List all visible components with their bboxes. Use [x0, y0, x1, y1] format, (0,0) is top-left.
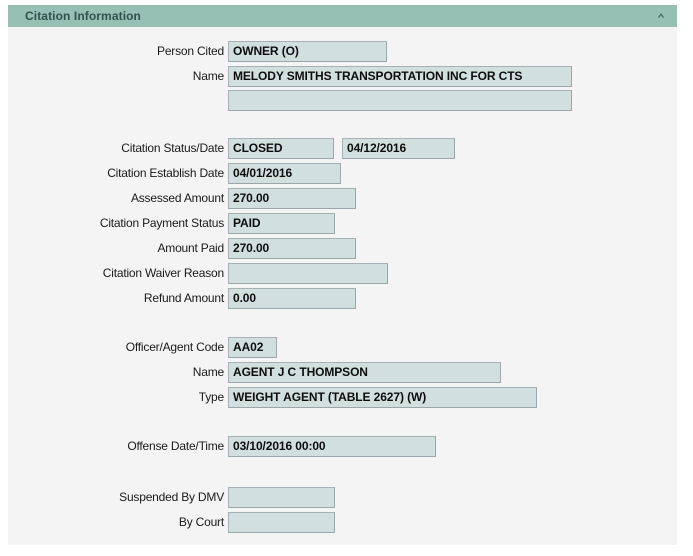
- field-value-amount_paid: 270.00: [233, 241, 270, 255]
- field-officer_agent_name[interactable]: AGENT J C THOMPSON: [228, 362, 501, 383]
- form-row: Amount Paid 270.00: [8, 238, 677, 259]
- field-suspended_by_dmv[interactable]: [228, 487, 335, 508]
- field-label-offense_date_time: Offense Date/Time: [127, 439, 224, 453]
- form-row: Suspended By DMV: [8, 487, 677, 508]
- page-title: Citation Information: [25, 9, 141, 23]
- field-label-amount_paid: Amount Paid: [157, 241, 224, 255]
- form-row: Citation Waiver Reason: [8, 263, 677, 284]
- field-label-refund_amount: Refund Amount: [143, 291, 224, 305]
- field-assessed_amount[interactable]: 270.00: [228, 188, 356, 209]
- field-label-assessed_amount: Assessed Amount: [130, 191, 224, 205]
- field-value-assessed_amount: 270.00: [233, 191, 270, 205]
- field-label-citation_waiver_reason: Citation Waiver Reason: [102, 266, 224, 280]
- form-row: 04/12/2016: [8, 138, 677, 159]
- field-value-cited_name: MELODY SMITHS TRANSPORTATION INC FOR CTS: [233, 69, 523, 83]
- form-row: Assessed Amount 270.00: [8, 188, 677, 209]
- field-officer_agent_type[interactable]: WEIGHT AGENT (TABLE 2627) (W): [228, 387, 537, 408]
- form-row: Name MELODY SMITHS TRANSPORTATION INC FOR…: [8, 66, 677, 87]
- field-officer_agent_code[interactable]: AA02: [228, 337, 277, 358]
- field-cited_name_2[interactable]: [228, 90, 572, 111]
- form-row: Offense Date/Time 03/10/2016 00:00: [8, 436, 677, 457]
- field-suspended_by_court[interactable]: [228, 512, 335, 533]
- field-amount_paid[interactable]: 270.00: [228, 238, 356, 259]
- field-citation_payment_status[interactable]: PAID: [228, 213, 335, 234]
- field-label-cited_name: Name: [192, 69, 224, 83]
- field-citation_status_date[interactable]: 04/12/2016: [342, 138, 455, 159]
- form-row: Person Cited OWNER (O): [8, 41, 677, 62]
- form-row: Refund Amount 0.00: [8, 288, 677, 309]
- field-value-citation_status_date: 04/12/2016: [347, 141, 407, 155]
- field-value-offense_date_time: 03/10/2016 00:00: [233, 439, 326, 453]
- chevron-up-icon[interactable]: [653, 8, 669, 24]
- citation-information-panel: Citation Information Person Cited OWNER (…: [8, 5, 677, 545]
- form-row: Type WEIGHT AGENT (TABLE 2627) (W): [8, 387, 677, 408]
- field-value-citation_establish_date: 04/01/2016: [233, 166, 293, 180]
- field-label-officer_agent_name: Name: [192, 365, 224, 379]
- form-row: Name AGENT J C THOMPSON: [8, 362, 677, 383]
- field-label-citation_payment_status: Citation Payment Status: [99, 216, 224, 230]
- form-row: By Court: [8, 512, 677, 533]
- field-label-suspended_by_dmv: Suspended By DMV: [119, 490, 224, 504]
- field-label-person_cited: Person Cited: [157, 44, 224, 58]
- form-row: Officer/Agent Code AA02: [8, 337, 677, 358]
- panel-header: Citation Information: [8, 5, 677, 27]
- field-value-officer_agent_code: AA02: [233, 340, 264, 354]
- citation-form: Person Cited OWNER (O) Name MELODY SMITHS T…: [8, 27, 677, 545]
- field-refund_amount[interactable]: 0.00: [228, 288, 356, 309]
- field-value-officer_agent_name: AGENT J C THOMPSON: [233, 365, 368, 379]
- form-row: Citation Establish Date 04/01/2016: [8, 163, 677, 184]
- field-value-refund_amount: 0.00: [233, 291, 256, 305]
- field-cited_name[interactable]: MELODY SMITHS TRANSPORTATION INC FOR CTS: [228, 66, 572, 87]
- field-label-officer_agent_code: Officer/Agent Code: [125, 340, 224, 354]
- form-row: Citation Payment Status PAID: [8, 213, 677, 234]
- field-label-citation_establish_date: Citation Establish Date: [107, 166, 224, 180]
- field-person_cited[interactable]: OWNER (O): [228, 41, 387, 62]
- field-label-officer_agent_type: Type: [198, 390, 224, 404]
- field-offense_date_time[interactable]: 03/10/2016 00:00: [228, 436, 436, 457]
- field-label-suspended_by_court: By Court: [178, 515, 224, 529]
- field-value-officer_agent_type: WEIGHT AGENT (TABLE 2627) (W): [233, 390, 427, 404]
- field-value-citation_payment_status: PAID: [233, 216, 261, 230]
- form-row: [8, 90, 677, 111]
- field-citation_establish_date[interactable]: 04/01/2016: [228, 163, 341, 184]
- field-value-person_cited: OWNER (O): [233, 44, 299, 58]
- field-citation_waiver_reason[interactable]: [228, 263, 388, 284]
